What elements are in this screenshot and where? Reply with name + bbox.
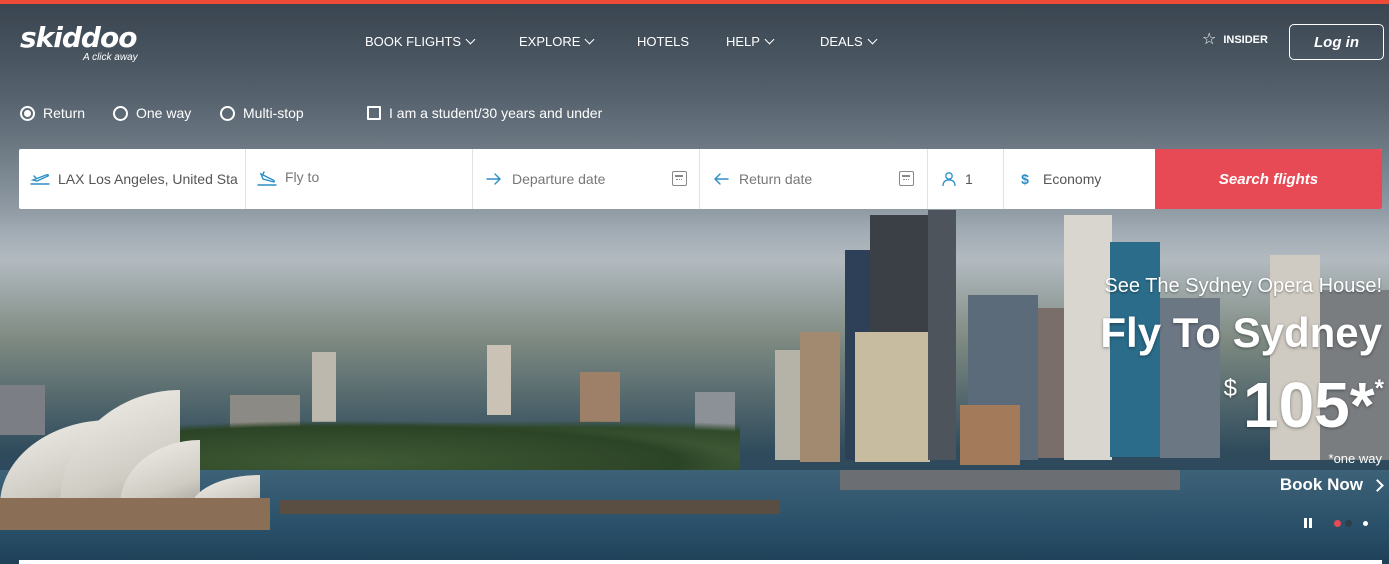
opera-house-illustration — [0, 380, 270, 530]
user-icon — [939, 170, 959, 188]
calendar-icon[interactable] — [899, 171, 914, 186]
trip-type-one-way[interactable]: One way — [113, 105, 191, 121]
plane-takeoff-icon — [30, 170, 50, 188]
trip-type-multi-stop[interactable]: Multi-stop — [220, 105, 304, 121]
to-input[interactable] — [285, 169, 465, 185]
nav-label: HOTELS — [637, 34, 690, 49]
checkbox-icon — [367, 106, 381, 120]
dollar-icon: $ — [1021, 171, 1029, 187]
arrow-left-icon — [711, 170, 731, 188]
nav-deals[interactable]: DEALS — [820, 34, 878, 49]
promo-subtitle: See The Sydney Opera House! — [1104, 275, 1382, 297]
radio-selected-icon — [20, 105, 35, 121]
from-field[interactable]: LAX Los Angeles, United States — [19, 149, 246, 209]
ferry-pier — [840, 470, 1180, 490]
book-now-link[interactable]: Book Now — [1279, 475, 1384, 495]
search-flights-button[interactable]: Search flights — [1155, 149, 1382, 209]
promo-note: *one way — [1328, 451, 1382, 466]
trip-type-label: Return — [43, 105, 86, 121]
chevron-down-icon — [764, 34, 775, 44]
insider-label: INSIDER — [1223, 34, 1268, 46]
carousel-controls — [1303, 518, 1383, 530]
nav-hotels[interactable]: HOTELS — [637, 34, 689, 49]
price-asterisk: * — [1374, 375, 1384, 402]
promo-price: $105** — [1224, 367, 1384, 443]
logo-wordmark: skiddoo — [20, 21, 137, 54]
promo-title: Fly To Sydney — [1100, 309, 1382, 356]
trip-type-label: Multi-stop — [243, 105, 304, 121]
nav-book-flights[interactable]: BOOK FLIGHTS — [365, 34, 476, 49]
cabin-class-value: Economy — [1043, 171, 1102, 187]
trip-type-label: One way — [136, 105, 192, 121]
chevron-down-icon — [465, 34, 476, 44]
cabin-class-field[interactable]: $ Economy — [1004, 149, 1155, 209]
insider-link[interactable]: ☆ INSIDER — [1202, 31, 1268, 48]
return-date-field[interactable]: Return date — [700, 149, 928, 209]
calendar-icon[interactable] — [672, 171, 687, 186]
return-placeholder: Return date — [739, 171, 813, 187]
carousel-dot[interactable] — [1363, 521, 1368, 526]
departure-placeholder: Departure date — [512, 171, 606, 187]
price-amount: 105* — [1242, 369, 1375, 441]
from-value: LAX Los Angeles, United States — [58, 171, 238, 187]
passenger-count: 1 — [965, 171, 973, 187]
waterfront-walk — [280, 500, 780, 514]
plane-landing-icon — [257, 170, 277, 188]
passengers-field[interactable]: 1 — [928, 149, 1004, 209]
price-currency: $ — [1223, 375, 1237, 402]
nav-label: DEALS — [820, 34, 863, 49]
top-accent-line — [0, 0, 1389, 4]
nav-label: BOOK FLIGHTS — [365, 34, 462, 49]
radio-icon — [113, 105, 128, 121]
login-button[interactable]: Log in — [1289, 24, 1384, 60]
carousel-dot[interactable] — [1345, 520, 1352, 527]
pause-icon[interactable] — [1303, 518, 1313, 528]
nav-label: HELP — [726, 34, 760, 49]
student-checkbox[interactable]: I am a student/30 years and under — [367, 105, 602, 121]
student-label: I am a student/30 years and under — [389, 105, 603, 121]
chevron-down-icon — [867, 34, 878, 44]
to-field[interactable] — [246, 149, 473, 209]
logo-tagline: A click away — [83, 52, 138, 63]
departure-date-field[interactable]: Departure date — [473, 149, 700, 209]
nav-help[interactable]: HELP — [726, 34, 775, 49]
chevron-right-icon — [1371, 478, 1384, 492]
trip-type-return[interactable]: Return — [20, 105, 85, 121]
content-panel-edge — [19, 560, 1382, 564]
star-icon: ☆ — [1202, 31, 1217, 48]
nav-explore[interactable]: EXPLORE — [519, 34, 595, 49]
flight-search-form: LAX Los Angeles, United States Departure… — [19, 149, 1382, 209]
chevron-down-icon — [584, 34, 595, 44]
skiddoo-logo[interactable]: skiddoo A click away — [20, 21, 138, 64]
arrow-right-icon — [484, 170, 504, 188]
radio-icon — [220, 105, 235, 121]
book-now-label: Book Now — [1279, 475, 1363, 494]
carousel-dot-active[interactable] — [1334, 520, 1341, 527]
nav-label: EXPLORE — [519, 34, 581, 49]
